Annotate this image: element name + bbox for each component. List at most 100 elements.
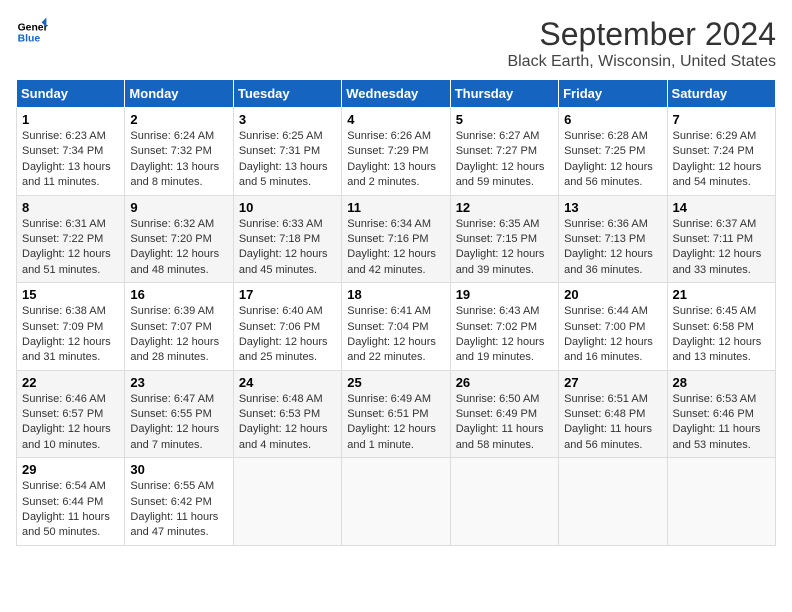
calendar-cell: 7Sunrise: 6:29 AMSunset: 7:24 PMDaylight…: [667, 108, 775, 196]
calendar-header-row: Sunday Monday Tuesday Wednesday Thursday…: [17, 80, 776, 108]
day-number: 23: [130, 375, 227, 390]
calendar-week-row: 1 Sunrise: 6:23 AMSunset: 7:34 PMDaylight…: [17, 108, 776, 196]
day-info: Sunrise: 6:35 AMSunset: 7:15 PMDaylight:…: [456, 217, 553, 279]
day-number: 21: [673, 287, 770, 302]
calendar-cell: 26 Sunrise: 6:50 AMSunset: 6:49 PMDayligh…: [450, 370, 558, 458]
month-title: September 2024: [507, 16, 776, 53]
day-number: 11: [347, 200, 444, 215]
calendar-cell: [342, 458, 450, 546]
day-info: Sunrise: 6:39 AMSunset: 7:07 PMDaylight:…: [130, 304, 227, 366]
day-info: Sunrise: 6:32 AMSunset: 7:20 PMDaylight:…: [130, 217, 227, 279]
logo-icon: General Blue: [16, 16, 48, 48]
col-monday: Monday: [125, 80, 233, 108]
calendar-cell: 10 Sunrise: 6:33 AMSunset: 7:18 PMDayligh…: [233, 195, 341, 283]
calendar: Sunday Monday Tuesday Wednesday Thursday…: [16, 79, 776, 546]
header: General Blue September 2024 Black Earth,…: [16, 16, 776, 71]
calendar-cell: 23 Sunrise: 6:47 AMSunset: 6:55 PMDayligh…: [125, 370, 233, 458]
day-info: Sunrise: 6:50 AMSunset: 6:49 PMDaylight:…: [456, 392, 553, 454]
day-info: Sunrise: 6:49 AMSunset: 6:51 PMDaylight:…: [347, 392, 444, 454]
day-info: Sunrise: 6:28 AMSunset: 7:25 PMDaylight:…: [564, 129, 661, 191]
day-info: Sunrise: 6:43 AMSunset: 7:02 PMDaylight:…: [456, 304, 553, 366]
col-friday: Friday: [559, 80, 667, 108]
day-number: 14: [673, 200, 770, 215]
calendar-cell: 17Sunrise: 6:40 AMSunset: 7:06 PMDayligh…: [233, 283, 341, 371]
day-info: Sunrise: 6:38 AMSunset: 7:09 PMDaylight:…: [22, 304, 119, 366]
calendar-cell: 21 Sunrise: 6:45 AMSunset: 6:58 PMDayligh…: [667, 283, 775, 371]
day-number: 13: [564, 200, 661, 215]
calendar-cell: [559, 458, 667, 546]
calendar-cell: 4 Sunrise: 6:26 AMSunset: 7:29 PMDaylight…: [342, 108, 450, 196]
day-number: 8: [22, 200, 119, 215]
day-number: 10: [239, 200, 336, 215]
calendar-cell: 20 Sunrise: 6:44 AMSunset: 7:00 PMDayligh…: [559, 283, 667, 371]
day-number: 9: [130, 200, 227, 215]
title-area: September 2024 Black Earth, Wisconsin, U…: [507, 16, 776, 71]
calendar-cell: 3Sunrise: 6:25 AMSunset: 7:31 PMDaylight…: [233, 108, 341, 196]
calendar-cell: 15Sunrise: 6:38 AMSunset: 7:09 PMDayligh…: [17, 283, 125, 371]
day-number: 27: [564, 375, 661, 390]
calendar-cell: 22Sunrise: 6:46 AMSunset: 6:57 PMDayligh…: [17, 370, 125, 458]
calendar-cell: 19 Sunrise: 6:43 AMSunset: 7:02 PMDayligh…: [450, 283, 558, 371]
calendar-week-row: 22Sunrise: 6:46 AMSunset: 6:57 PMDayligh…: [17, 370, 776, 458]
day-info: Sunrise: 6:34 AMSunset: 7:16 PMDaylight:…: [347, 217, 444, 279]
day-info: Sunrise: 6:40 AMSunset: 7:06 PMDaylight:…: [239, 304, 336, 366]
col-tuesday: Tuesday: [233, 80, 341, 108]
day-info: Sunrise: 6:26 AMSunset: 7:29 PMDaylight:…: [347, 129, 444, 191]
day-number: 24: [239, 375, 336, 390]
calendar-cell: 16 Sunrise: 6:39 AMSunset: 7:07 PMDayligh…: [125, 283, 233, 371]
day-number: 1: [22, 112, 119, 127]
day-number: 6: [564, 112, 661, 127]
location-title: Black Earth, Wisconsin, United States: [507, 53, 776, 71]
day-number: 30: [130, 462, 227, 477]
day-number: 4: [347, 112, 444, 127]
day-info: Sunrise: 6:48 AMSunset: 6:53 PMDaylight:…: [239, 392, 336, 454]
day-info: Sunrise: 6:23 AMSunset: 7:34 PMDaylight:…: [22, 129, 119, 191]
day-info: Sunrise: 6:53 AMSunset: 6:46 PMDaylight:…: [673, 392, 770, 454]
day-number: 7: [673, 112, 770, 127]
day-info: Sunrise: 6:36 AMSunset: 7:13 PMDaylight:…: [564, 217, 661, 279]
day-number: 25: [347, 375, 444, 390]
day-info: Sunrise: 6:25 AMSunset: 7:31 PMDaylight:…: [239, 129, 336, 191]
day-number: 18: [347, 287, 444, 302]
day-number: 20: [564, 287, 661, 302]
calendar-cell: 18 Sunrise: 6:41 AMSunset: 7:04 PMDayligh…: [342, 283, 450, 371]
calendar-cell: 5 Sunrise: 6:27 AMSunset: 7:27 PMDaylight…: [450, 108, 558, 196]
day-info: Sunrise: 6:37 AMSunset: 7:11 PMDaylight:…: [673, 217, 770, 279]
calendar-cell: 25 Sunrise: 6:49 AMSunset: 6:51 PMDayligh…: [342, 370, 450, 458]
day-info: Sunrise: 6:24 AMSunset: 7:32 PMDaylight:…: [130, 129, 227, 191]
day-number: 29: [22, 462, 119, 477]
calendar-cell: 29 Sunrise: 6:54 AMSunset: 6:44 PMDayligh…: [17, 458, 125, 546]
col-saturday: Saturday: [667, 80, 775, 108]
calendar-cell: 30Sunrise: 6:55 AMSunset: 6:42 PMDayligh…: [125, 458, 233, 546]
day-number: 26: [456, 375, 553, 390]
calendar-week-row: 29 Sunrise: 6:54 AMSunset: 6:44 PMDayligh…: [17, 458, 776, 546]
day-info: Sunrise: 6:45 AMSunset: 6:58 PMDaylight:…: [673, 304, 770, 366]
calendar-cell: 14 Sunrise: 6:37 AMSunset: 7:11 PMDayligh…: [667, 195, 775, 283]
day-number: 5: [456, 112, 553, 127]
day-info: Sunrise: 6:47 AMSunset: 6:55 PMDaylight:…: [130, 392, 227, 454]
calendar-week-row: 15Sunrise: 6:38 AMSunset: 7:09 PMDayligh…: [17, 283, 776, 371]
calendar-cell: 24 Sunrise: 6:48 AMSunset: 6:53 PMDayligh…: [233, 370, 341, 458]
calendar-cell: 28Sunrise: 6:53 AMSunset: 6:46 PMDayligh…: [667, 370, 775, 458]
day-number: 19: [456, 287, 553, 302]
calendar-cell: 12 Sunrise: 6:35 AMSunset: 7:15 PMDayligh…: [450, 195, 558, 283]
calendar-week-row: 8 Sunrise: 6:31 AMSunset: 7:22 PMDaylight…: [17, 195, 776, 283]
day-number: 22: [22, 375, 119, 390]
day-number: 12: [456, 200, 553, 215]
logo: General Blue: [16, 16, 48, 48]
day-info: Sunrise: 6:54 AMSunset: 6:44 PMDaylight:…: [22, 479, 119, 541]
calendar-cell: 27Sunrise: 6:51 AMSunset: 6:48 PMDayligh…: [559, 370, 667, 458]
day-info: Sunrise: 6:44 AMSunset: 7:00 PMDaylight:…: [564, 304, 661, 366]
day-info: Sunrise: 6:31 AMSunset: 7:22 PMDaylight:…: [22, 217, 119, 279]
day-number: 16: [130, 287, 227, 302]
day-info: Sunrise: 6:33 AMSunset: 7:18 PMDaylight:…: [239, 217, 336, 279]
day-info: Sunrise: 6:27 AMSunset: 7:27 PMDaylight:…: [456, 129, 553, 191]
calendar-cell: [667, 458, 775, 546]
calendar-cell: 2 Sunrise: 6:24 AMSunset: 7:32 PMDaylight…: [125, 108, 233, 196]
calendar-cell: 8 Sunrise: 6:31 AMSunset: 7:22 PMDaylight…: [17, 195, 125, 283]
calendar-cell: 1 Sunrise: 6:23 AMSunset: 7:34 PMDaylight…: [17, 108, 125, 196]
svg-text:Blue: Blue: [18, 34, 41, 45]
day-info: Sunrise: 6:41 AMSunset: 7:04 PMDaylight:…: [347, 304, 444, 366]
calendar-cell: [450, 458, 558, 546]
day-number: 2: [130, 112, 227, 127]
